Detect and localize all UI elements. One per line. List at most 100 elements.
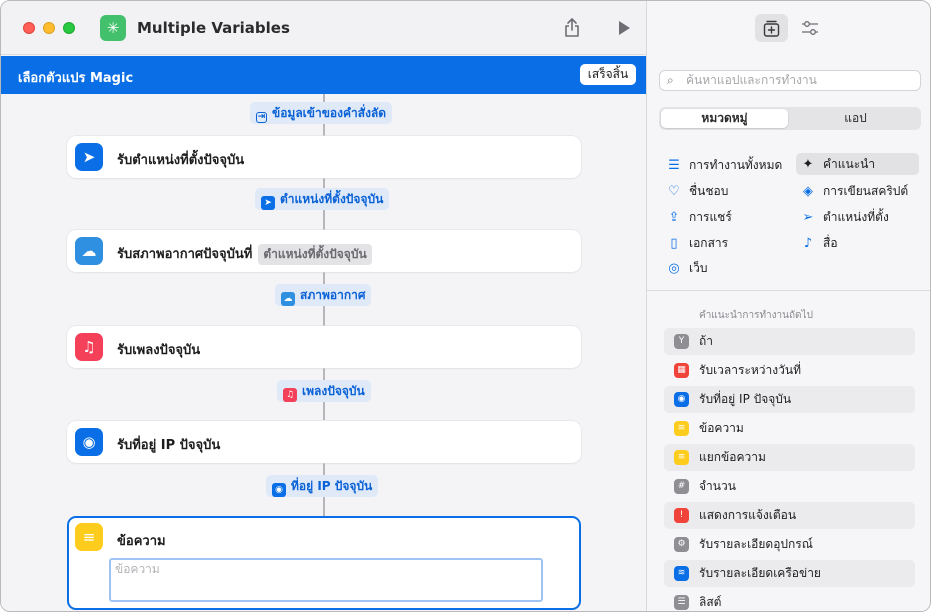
window-title: Multiple Variables	[137, 19, 290, 37]
document-icon: ▯	[670, 236, 678, 251]
shortcut-input-pill[interactable]: ⇥ ข้อมูลเข้าของคำสั่งลัด	[250, 102, 393, 124]
location-variable-token[interactable]: ตำแหน่งที่ตั้งปัจจุบัน	[258, 244, 372, 265]
minimize-window-button[interactable]	[43, 22, 55, 34]
list-icon: ☰	[674, 595, 689, 610]
action-get-current-ip[interactable]: ◉ รับที่อยู่ IP ปัจจุบัน	[67, 421, 581, 463]
category-sharing[interactable]: ⇪ การแชร์	[666, 206, 796, 228]
suggestion-label: จำนวน	[699, 479, 736, 493]
suggestion-label: รับรายละเอียดอุปกรณ์	[699, 537, 813, 551]
weather-icon: ☁	[75, 237, 103, 265]
library-toolbar	[647, 1, 930, 55]
action-label: รับสภาพอากาศปัจจุบันที่ ตำแหน่งที่ตั้งปัจ…	[117, 243, 372, 265]
category-label: คำแนะนำ	[823, 157, 876, 171]
shortcut-icon[interactable]: ✳	[100, 15, 126, 41]
suggestion-show-notification[interactable]: ! แสดงการแจ้งเตือน	[664, 502, 915, 529]
pill-label: สภาพอากาศ	[300, 288, 366, 302]
next-action-suggestions-title: คำแนะนำการทำงานถัดไป	[699, 310, 813, 321]
text-field[interactable]	[109, 558, 543, 602]
pill-label: เพลงปัจจุบัน	[302, 384, 365, 398]
variable-pill-ip-address[interactable]: ◉ ที่อยู่ IP ปัจจุบัน	[266, 475, 379, 497]
input-icon: ⇥	[256, 112, 267, 123]
wifi-icon: ≋	[674, 566, 689, 581]
zoom-window-button[interactable]	[63, 22, 75, 34]
variable-pill-current-song[interactable]: ♫ เพลงปัจจุบัน	[277, 380, 371, 402]
variable-pill-weather[interactable]: ☁ สภาพอากาศ	[275, 284, 372, 306]
category-scripting[interactable]: ◈ การเขียนสคริปต์	[800, 180, 923, 202]
connector-line	[323, 463, 325, 475]
play-icon	[619, 21, 630, 35]
done-button[interactable]: เสร็จสิ้น	[580, 64, 636, 85]
variable-pill-current-location[interactable]: ➤ ตำแหน่งที่ตั้งปัจจุบัน	[255, 188, 390, 210]
category-label: การทำงานทั้งหมด	[689, 158, 783, 172]
suggestion-label: แสดงการแจ้งเตือน	[699, 508, 797, 522]
suggestion-label: ถ้า	[699, 334, 714, 348]
suggestion-if[interactable]: Y ถ้า	[664, 328, 915, 355]
tab-apps[interactable]: แอป	[792, 109, 919, 128]
category-documents[interactable]: ▯ เอกสาร	[666, 232, 796, 254]
suggestion-current-ip[interactable]: ◉ รับที่อยู่ IP ปัจจุบัน	[664, 386, 915, 413]
action-get-current-song[interactable]: ♫ รับเพลงปัจจุบัน	[67, 326, 581, 368]
action-label: รับเพลงปัจจุบัน	[117, 343, 201, 358]
pill-label: ข้อมูลเข้าของคำสั่งลัด	[272, 106, 387, 120]
search-input[interactable]	[686, 73, 916, 87]
suggestion-label: ลิสต์	[699, 595, 722, 609]
connector-line	[323, 306, 325, 326]
category-suggestions[interactable]: ✦ คำแนะนำ	[796, 153, 919, 175]
suggestion-device-details[interactable]: ⚙ รับรายละเอียดอุปกรณ์	[664, 531, 915, 558]
suggestion-label: รับเวลาระหว่างวันที่	[699, 363, 801, 377]
pill-label: ตำแหน่งที่ตั้งปัจจุบัน	[280, 192, 384, 206]
action-get-current-weather[interactable]: ☁ รับสภาพอากาศปัจจุบันที่ ตำแหน่งที่ตั้งป…	[67, 230, 581, 272]
connector-line	[323, 368, 325, 380]
category-favorites[interactable]: ♡ ชื่นชอบ	[666, 180, 796, 202]
if-icon: Y	[674, 334, 689, 349]
suggestion-label: รับที่อยู่ IP ปัจจุบัน	[699, 392, 792, 406]
connector-line	[323, 402, 325, 420]
location-arrow-icon: ➤	[75, 143, 103, 171]
workflow-canvas: ⇥ ข้อมูลเข้าของคำสั่งลัด ➤ รับตำแหน่งที่ต…	[1, 94, 646, 611]
title-bar: ✳ Multiple Variables	[1, 1, 646, 55]
action-get-current-location[interactable]: ➤ รับตำแหน่งที่ตั้งปัจจุบัน	[67, 136, 581, 178]
category-label: ตำแหน่งที่ตั้ง	[823, 210, 889, 224]
share-button[interactable]	[558, 14, 586, 42]
connector-line	[323, 210, 325, 230]
text-icon: ≡	[75, 523, 103, 551]
action-label: รับตำแหน่งที่ตั้งปัจจุบัน	[117, 153, 245, 168]
suggestion-number[interactable]: # จำนวน	[664, 473, 915, 500]
alert-icon: !	[674, 508, 689, 523]
shortcut-details-button[interactable]	[795, 14, 825, 42]
suggestion-network-details[interactable]: ≋ รับรายละเอียดเครือข่าย	[664, 560, 915, 587]
location-arrow-icon: ➤	[261, 196, 275, 210]
sparkles-icon: ✦	[802, 157, 814, 172]
suggestion-label: ข้อความ	[699, 421, 744, 435]
number-icon: #	[674, 479, 689, 494]
suggestion-time-between-dates[interactable]: ▦ รับเวลาระหว่างวันที่	[664, 357, 915, 384]
action-text[interactable]: ≡ ข้อความ	[67, 516, 581, 610]
run-button[interactable]	[610, 14, 638, 42]
category-location[interactable]: ➢ ตำแหน่งที่ตั้ง	[800, 206, 923, 228]
close-window-button[interactable]	[23, 22, 35, 34]
magic-variable-title: เลือกตัวแปร Magic	[18, 71, 134, 86]
connector-line	[323, 178, 325, 188]
calendar-icon: ▦	[674, 363, 689, 378]
text-input[interactable]	[115, 562, 535, 576]
connector-line	[323, 272, 325, 284]
text-icon: ≡	[674, 421, 689, 436]
category-web[interactable]: ◎ เว็บ	[666, 257, 796, 279]
action-library-pane: ⌕ หมวดหมู่ แอป ☰ การทำงานทั้งหมด ♡ ชื่นชอบ…	[646, 1, 930, 611]
share-icon	[565, 18, 579, 37]
suggestion-split-text[interactable]: ≡ แยกข้อความ	[664, 444, 915, 471]
category-label: ชื่นชอบ	[689, 184, 729, 198]
globe-icon: ◉	[75, 428, 103, 456]
category-all-actions[interactable]: ☰ การทำงานทั้งหมด	[666, 154, 796, 176]
list-icon: ☰	[668, 158, 680, 173]
category-media[interactable]: ♪ สื่อ	[800, 232, 923, 254]
add-action-icon	[763, 20, 780, 37]
tab-categories[interactable]: หมวดหมู่	[661, 109, 788, 128]
category-label: เว็บ	[689, 261, 708, 275]
sliders-icon	[802, 21, 818, 35]
suggestion-text[interactable]: ≡ ข้อความ	[664, 415, 915, 442]
search-field[interactable]: ⌕	[659, 70, 921, 91]
suggestion-list[interactable]: ☰ ลิสต์	[664, 589, 915, 611]
magic-variable-bar: เลือกตัวแปร Magic เสร็จสิ้น	[1, 56, 646, 94]
action-library-button[interactable]	[755, 14, 788, 42]
